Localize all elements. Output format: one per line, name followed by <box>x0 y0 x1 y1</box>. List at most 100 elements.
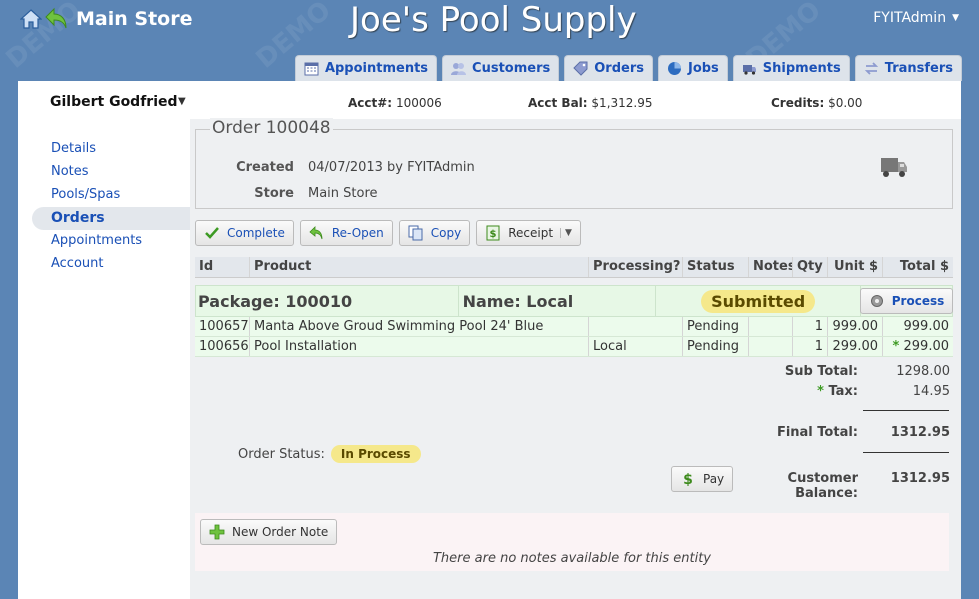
receipt-button[interactable]: $ Receipt ▼ <box>476 220 581 246</box>
order-items-table: Id Product Processing? Status Notes Qty … <box>195 257 954 357</box>
reopen-label: Re-Open <box>331 226 384 240</box>
col-notes[interactable]: Notes <box>749 257 793 277</box>
tab-label: Jobs <box>687 61 719 76</box>
reopen-button[interactable]: Re-Open <box>299 220 393 246</box>
pay-button[interactable]: $ Pay <box>671 466 734 492</box>
final-total-label: Final Total: <box>776 425 858 440</box>
order-content: Order 100048 Created 04/07/2013 by FYITAd… <box>190 118 961 599</box>
final-total-value: 1312.95 <box>890 425 950 440</box>
new-order-note-button[interactable]: New Order Note <box>200 519 338 545</box>
store-row: Store Main Store <box>184 186 378 201</box>
complete-label: Complete <box>227 226 285 240</box>
totals-divider <box>863 452 949 453</box>
tab-orders[interactable]: Orders <box>564 55 653 81</box>
customer-name[interactable]: Gilbert Godfried <box>50 94 178 110</box>
store-value: Main Store <box>308 186 378 201</box>
pie-icon <box>667 62 681 75</box>
store-label: Store <box>254 186 294 201</box>
order-toolbar: Complete Re-Open Copy $ Receipt ▼ <box>195 220 581 246</box>
store-name[interactable]: Main Store <box>76 8 192 30</box>
tag-icon <box>573 61 588 76</box>
customer-bar: Gilbert Godfried ▼ Acct#: 100006 Acct Ba… <box>18 81 961 119</box>
col-total[interactable]: Total $ <box>883 257 953 277</box>
col-status[interactable]: Status <box>683 257 749 277</box>
app-title: Joe's Pool Supply <box>350 0 637 40</box>
tab-customers[interactable]: Customers <box>442 55 560 81</box>
tab-label: Orders <box>594 61 644 76</box>
tab-jobs[interactable]: Jobs <box>657 55 728 81</box>
cell-unit: 999.00 <box>828 317 883 336</box>
home-icon[interactable] <box>20 8 42 30</box>
calendar-icon <box>304 62 319 76</box>
complete-button[interactable]: Complete <box>195 220 294 246</box>
process-button[interactable]: Process <box>859 288 954 314</box>
col-unit[interactable]: Unit $ <box>828 257 883 277</box>
cell-status: Pending <box>683 317 749 336</box>
tab-shipments[interactable]: Shipments <box>732 55 850 81</box>
tab-label: Customers <box>472 61 551 76</box>
order-info: Order 100048 Created 04/07/2013 by FYITAd… <box>195 118 953 209</box>
dollar-icon: $ <box>683 472 693 487</box>
chevron-down-icon: ▼ <box>952 13 959 23</box>
tax-label: Tax: <box>828 384 858 399</box>
table-header: Id Product Processing? Status Notes Qty … <box>195 257 953 278</box>
subtotal-value: 1298.00 <box>896 364 950 379</box>
user-menu[interactable]: FYITAdmin ▼ <box>873 10 959 26</box>
created-row: Created 04/07/2013 by FYITAdmin <box>184 160 475 175</box>
acct-value: 100006 <box>395 96 442 110</box>
order-status-label: Order Status: <box>238 446 325 462</box>
table-row[interactable]: 100656 Pool Installation Local Pending 1… <box>195 337 953 357</box>
taxed-marker: * <box>892 339 900 354</box>
user-name: FYITAdmin <box>873 10 947 26</box>
cell-qty: 1 <box>793 337 828 356</box>
copy-icon <box>408 225 423 241</box>
subtotal-label: Sub Total: <box>784 364 858 379</box>
order-status-badge: In Process <box>330 445 421 463</box>
sidebar-item-orders[interactable]: Orders <box>32 207 192 230</box>
account-credits: Credits: $0.00 <box>771 96 862 110</box>
copy-button[interactable]: Copy <box>398 220 471 246</box>
package-status-badge: Submitted <box>701 289 816 313</box>
empty-notes-message: There are no notes available for this en… <box>432 551 712 566</box>
package-row: Package: 100010 Name: Local Submitted Pr… <box>195 285 954 317</box>
delivery-truck-icon[interactable] <box>880 156 908 178</box>
svg-text:$: $ <box>490 229 497 240</box>
tab-transfers[interactable]: Transfers <box>854 55 962 81</box>
receipt-dropdown-icon[interactable]: ▼ <box>560 228 572 238</box>
tab-label: Appointments <box>324 61 429 76</box>
main-panel: Gilbert Godfried ▼ Acct#: 100006 Acct Ba… <box>18 81 961 599</box>
customer-menu-chevron-icon[interactable]: ▼ <box>178 96 186 107</box>
tab-appointments[interactable]: Appointments <box>294 55 438 81</box>
order-title: Order 100048 <box>210 118 333 138</box>
tab-label: Shipments <box>762 61 841 76</box>
table-row[interactable]: 100657 Manta Above Groud Swimming Pool 2… <box>195 317 953 337</box>
cell-unit: 299.00 <box>828 337 883 356</box>
sidebar-item-appointments[interactable]: Appointments <box>32 230 192 253</box>
cell-product: Pool Installation <box>250 337 589 356</box>
sidebar-item-pools-spas[interactable]: Pools/Spas <box>32 184 192 207</box>
cell-qty: 1 <box>793 317 828 336</box>
col-product[interactable]: Product <box>250 257 589 277</box>
gear-icon <box>870 295 883 307</box>
people-icon <box>451 63 467 75</box>
package-status-cell: Submitted <box>655 285 860 317</box>
pay-label: Pay <box>703 472 725 486</box>
check-icon <box>205 227 219 239</box>
col-qty[interactable]: Qty <box>793 257 828 277</box>
cell-processing: Local <box>589 337 683 356</box>
account-balance: Acct Bal: $1,312.95 <box>528 96 653 110</box>
sidebar-item-account[interactable]: Account <box>32 253 192 276</box>
undo-arrow-icon <box>309 226 323 240</box>
copy-label: Copy <box>430 226 462 240</box>
credits-value: $0.00 <box>828 96 863 110</box>
col-processing[interactable]: Processing? <box>589 257 683 277</box>
total-value: 299.00 <box>903 339 950 354</box>
new-note-label: New Order Note <box>232 525 329 539</box>
back-arrow-icon[interactable] <box>44 6 70 32</box>
package-name: Name: Local <box>457 285 656 317</box>
sidebar-item-details[interactable]: Details <box>32 138 192 161</box>
customer-sidebar: Details Notes Pools/Spas Orders Appointm… <box>32 138 192 276</box>
credits-label: Credits: <box>771 96 825 110</box>
col-id[interactable]: Id <box>195 257 250 277</box>
sidebar-item-notes[interactable]: Notes <box>32 161 192 184</box>
